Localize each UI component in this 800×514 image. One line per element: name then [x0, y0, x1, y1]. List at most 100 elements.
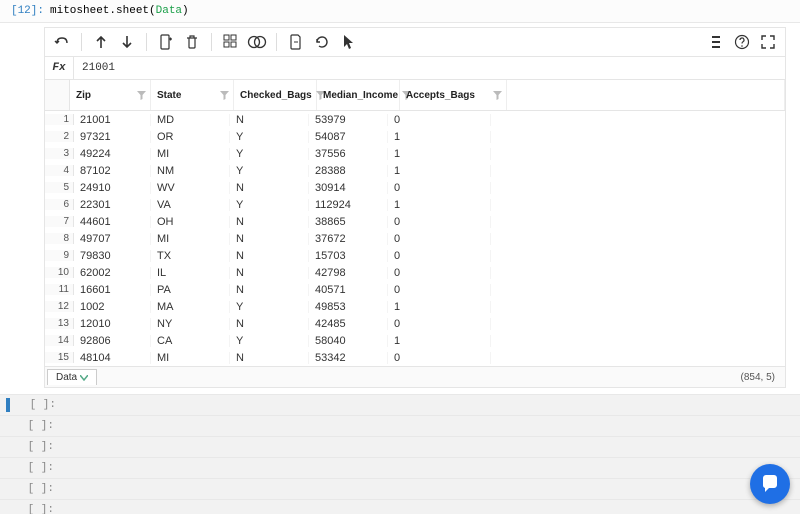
table-row[interactable]: 121002MAY498531 [45, 298, 785, 315]
table-row[interactable]: 744601OHN388650 [45, 213, 785, 230]
cell-checked[interactable]: N [230, 250, 309, 262]
steps-button[interactable] [705, 31, 727, 53]
add-column-button[interactable] [155, 31, 177, 53]
cell-checked[interactable]: Y [230, 148, 309, 160]
cell-state[interactable]: NY [151, 318, 230, 330]
merge-button[interactable] [246, 31, 268, 53]
cell-checked[interactable]: Y [230, 199, 309, 211]
cell-zip[interactable]: 1002 [74, 301, 151, 313]
cell-state[interactable]: NM [151, 165, 230, 177]
replay-button[interactable] [311, 31, 333, 53]
cell-zip[interactable]: 49224 [74, 148, 151, 160]
cell-accepts[interactable]: 1 [388, 301, 491, 313]
undo-button[interactable] [51, 31, 73, 53]
table-row[interactable]: 1312010NYN424850 [45, 315, 785, 332]
table-row[interactable]: 487102NMY283881 [45, 162, 785, 179]
cell-checked[interactable]: N [230, 284, 309, 296]
cell-checked[interactable]: N [230, 216, 309, 228]
cell-income[interactable]: 112924 [309, 199, 388, 211]
cell-accepts[interactable]: 0 [388, 267, 491, 279]
pivot-button[interactable] [220, 31, 242, 53]
code-cell[interactable]: [12]: mitosheet.sheet(Data) [0, 0, 800, 23]
empty-cell[interactable]: [ ]: [0, 457, 800, 478]
chat-fab[interactable] [750, 464, 790, 504]
cell-state[interactable]: OR [151, 131, 230, 143]
table-row[interactable]: 1116601PAN405710 [45, 281, 785, 298]
cell-zip[interactable]: 97321 [74, 131, 151, 143]
cell-accepts[interactable]: 1 [388, 335, 491, 347]
col-header-income[interactable]: Median_Income [317, 80, 400, 110]
empty-cell[interactable]: [ ]: [0, 436, 800, 457]
cell-zip[interactable]: 92806 [74, 335, 151, 347]
cell-checked[interactable]: N [230, 352, 309, 364]
import-button[interactable] [90, 31, 112, 53]
cell-state[interactable]: IL [151, 267, 230, 279]
cell-income[interactable]: 40571 [309, 284, 388, 296]
empty-cell[interactable]: [ ]: [0, 499, 800, 514]
cell-state[interactable]: MI [151, 233, 230, 245]
cell-checked[interactable]: N [230, 318, 309, 330]
data-grid[interactable]: 121001MDN539790297321ORY540871349224MIY3… [45, 111, 785, 366]
cell-accepts[interactable]: 0 [388, 318, 491, 330]
cell-checked[interactable]: Y [230, 301, 309, 313]
cell-accepts[interactable]: 0 [388, 352, 491, 364]
cell-income[interactable]: 49853 [309, 301, 388, 313]
cell-checked[interactable]: Y [230, 165, 309, 177]
cell-zip[interactable]: 24910 [74, 182, 151, 194]
sheet-tab[interactable]: Data [47, 369, 97, 385]
col-header-accepts[interactable]: Accepts_Bags [400, 80, 507, 110]
cell-income[interactable]: 53342 [309, 352, 388, 364]
table-row[interactable]: 349224MIY375561 [45, 145, 785, 162]
cell-checked[interactable]: N [230, 114, 309, 126]
cell-state[interactable]: TX [151, 250, 230, 262]
cell-state[interactable]: PA [151, 284, 230, 296]
cell-income[interactable]: 42485 [309, 318, 388, 330]
cell-checked[interactable]: Y [230, 131, 309, 143]
cell-zip[interactable]: 12010 [74, 318, 151, 330]
cell-checked[interactable]: N [230, 267, 309, 279]
cell-accepts[interactable]: 1 [388, 131, 491, 143]
cell-zip[interactable]: 49707 [74, 233, 151, 245]
cell-accepts[interactable]: 0 [388, 284, 491, 296]
filter-icon[interactable] [220, 91, 229, 100]
table-row[interactable]: 849707MIN376720 [45, 230, 785, 247]
cell-accepts[interactable]: 1 [388, 165, 491, 177]
cursor-button[interactable] [337, 31, 359, 53]
filter-icon[interactable] [493, 91, 502, 100]
cell-accepts[interactable]: 0 [388, 114, 491, 126]
cell-income[interactable]: 37672 [309, 233, 388, 245]
table-row[interactable]: 1062002ILN427980 [45, 264, 785, 281]
cell-accepts[interactable]: 0 [388, 216, 491, 228]
table-row[interactable]: 524910WVN309140 [45, 179, 785, 196]
code-line[interactable]: mitosheet.sheet(Data) [50, 5, 189, 17]
save-button[interactable] [285, 31, 307, 53]
empty-cell[interactable]: [ ]: [0, 478, 800, 499]
filter-icon[interactable] [137, 91, 146, 100]
cell-state[interactable]: OH [151, 216, 230, 228]
cell-income[interactable]: 42798 [309, 267, 388, 279]
cell-income[interactable]: 15703 [309, 250, 388, 262]
cell-zip[interactable]: 21001 [74, 114, 151, 126]
help-button[interactable] [731, 31, 753, 53]
cell-zip[interactable]: 87102 [74, 165, 151, 177]
cell-income[interactable]: 28388 [309, 165, 388, 177]
table-row[interactable]: 1548104MIN533420 [45, 349, 785, 366]
table-row[interactable]: 121001MDN539790 [45, 111, 785, 128]
col-header-state[interactable]: State [151, 80, 234, 110]
cell-checked[interactable]: N [230, 182, 309, 194]
fullscreen-button[interactable] [757, 31, 779, 53]
cell-zip[interactable]: 48104 [74, 352, 151, 364]
cell-checked[interactable]: Y [230, 335, 309, 347]
empty-cell[interactable]: [ ]: [0, 415, 800, 436]
cell-income[interactable]: 54087 [309, 131, 388, 143]
cell-state[interactable]: MI [151, 148, 230, 160]
cell-accepts[interactable]: 0 [388, 182, 491, 194]
cell-income[interactable]: 53979 [309, 114, 388, 126]
col-header-checked[interactable]: Checked_Bags [234, 80, 317, 110]
cell-zip[interactable]: 79830 [74, 250, 151, 262]
cell-income[interactable]: 30914 [309, 182, 388, 194]
table-row[interactable]: 622301VAY1129241 [45, 196, 785, 213]
cell-state[interactable]: WV [151, 182, 230, 194]
col-header-zip[interactable]: Zip [70, 80, 151, 110]
cell-income[interactable]: 38865 [309, 216, 388, 228]
